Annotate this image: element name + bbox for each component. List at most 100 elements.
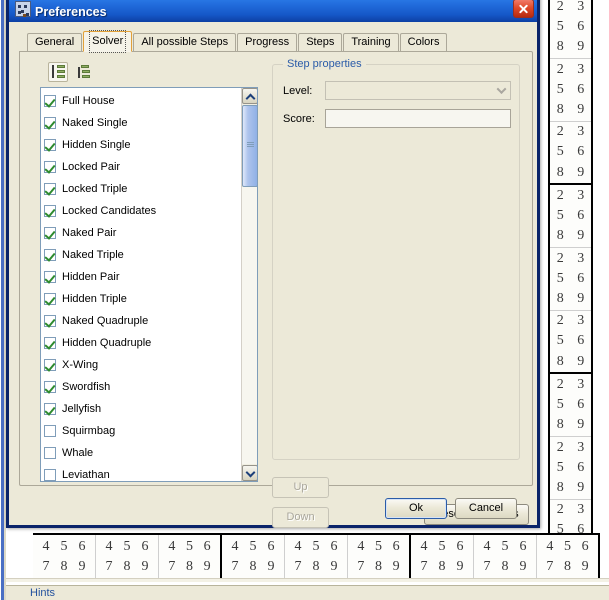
checkbox-checked-icon[interactable] bbox=[44, 403, 56, 415]
list-item[interactable]: Naked Single bbox=[44, 112, 241, 134]
list-item[interactable]: Naked Quadruple bbox=[44, 310, 241, 332]
checkbox-checked-icon[interactable] bbox=[44, 249, 56, 261]
list-item[interactable]: Full House bbox=[44, 90, 241, 112]
list-ordered-glyph bbox=[52, 65, 66, 80]
list-ordered-icon[interactable] bbox=[48, 62, 68, 82]
candidate-number: 5 bbox=[556, 270, 564, 286]
sudoku-cell[interactable]: 235689 bbox=[550, 248, 591, 311]
list-item[interactable]: Locked Triple bbox=[44, 178, 241, 200]
move-up-button[interactable]: Up bbox=[272, 477, 329, 498]
candidate-row: 89 bbox=[550, 100, 591, 120]
list-indent-icon[interactable] bbox=[72, 62, 92, 82]
checkbox-checked-icon[interactable] bbox=[44, 293, 56, 305]
candidate-number: 3 bbox=[577, 439, 585, 455]
candidate-number: 6 bbox=[581, 538, 589, 554]
sudoku-cell[interactable]: 456789 bbox=[96, 535, 159, 579]
sudoku-cell[interactable]: 235689 bbox=[550, 437, 591, 500]
score-input[interactable] bbox=[325, 109, 511, 128]
list-item[interactable]: Locked Pair bbox=[44, 156, 241, 178]
sudoku-cell[interactable]: 235689 bbox=[550, 122, 591, 185]
tab-label: All possible Steps bbox=[141, 36, 229, 48]
preferences-dialog: Preferences General Solver All possible St… bbox=[6, 0, 540, 528]
tab-general[interactable]: General bbox=[27, 33, 83, 51]
scrollbar-track[interactable] bbox=[242, 187, 257, 464]
checkbox-checked-icon[interactable] bbox=[44, 315, 56, 327]
checkbox-checked-icon[interactable] bbox=[44, 359, 56, 371]
sudoku-cell[interactable]: 456789 bbox=[411, 535, 474, 579]
checkbox-checked-icon[interactable] bbox=[44, 337, 56, 349]
checkbox-checked-icon[interactable] bbox=[44, 161, 56, 173]
sudoku-cell[interactable]: 456789 bbox=[285, 535, 348, 579]
list-item[interactable]: Locked Candidates bbox=[44, 200, 241, 222]
checkbox-checked-icon[interactable] bbox=[44, 117, 56, 129]
level-label: Level: bbox=[283, 84, 313, 97]
tab-all-possible-steps[interactable]: All possible Steps bbox=[133, 33, 237, 51]
solver-techniques-listbox[interactable]: Full House Naked Single Hidden Single Locke… bbox=[40, 87, 258, 482]
sudoku-cell[interactable]: 235689 bbox=[550, 185, 591, 248]
sudoku-cell[interactable]: 456789 bbox=[537, 535, 600, 579]
scroll-down-icon[interactable] bbox=[242, 465, 257, 481]
candidate-number: 9 bbox=[577, 102, 585, 118]
listbox-vertical-scrollbar[interactable] bbox=[241, 88, 257, 481]
tab-progress[interactable]: Progress bbox=[237, 33, 298, 51]
sudoku-cell[interactable]: 235689 bbox=[550, 374, 591, 437]
sudoku-cell[interactable]: 235689 bbox=[550, 0, 591, 59]
list-item[interactable]: Squirmbag bbox=[44, 420, 241, 442]
list-item[interactable]: Hidden Pair bbox=[44, 266, 241, 288]
list-item-label: Squirmbag bbox=[62, 425, 116, 437]
list-item[interactable]: X-Wing bbox=[44, 354, 241, 376]
candidate-number: 5 bbox=[312, 538, 320, 554]
candidate-number: 9 bbox=[141, 559, 149, 574]
checkbox-checked-icon[interactable] bbox=[44, 381, 56, 393]
checkbox-checked-icon[interactable] bbox=[44, 183, 56, 195]
list-item-label: Whale bbox=[62, 447, 94, 459]
sudoku-cell[interactable]: 456789 bbox=[222, 535, 285, 579]
candidate-number: 6 bbox=[577, 81, 585, 97]
sudoku-cell[interactable]: 235689 bbox=[550, 59, 591, 122]
sudoku-grid-bottom-row[interactable]: 4567894567894567894567894567894567894567… bbox=[33, 533, 600, 581]
list-item[interactable]: Naked Pair bbox=[44, 222, 241, 244]
candidate-row: 789 bbox=[96, 557, 158, 577]
checkbox-unchecked-icon[interactable] bbox=[44, 425, 56, 437]
list-item[interactable]: Hidden Single bbox=[44, 134, 241, 156]
list-item[interactable]: Whale bbox=[44, 442, 241, 464]
list-item[interactable]: Swordfish bbox=[44, 376, 241, 398]
tab-steps[interactable]: Steps bbox=[298, 33, 343, 51]
list-item[interactable]: Naked Triple bbox=[44, 244, 241, 266]
dialog-titlebar[interactable]: Preferences bbox=[9, 0, 537, 22]
candidate-row: 456 bbox=[474, 537, 536, 557]
checkbox-checked-icon[interactable] bbox=[44, 271, 56, 283]
sudoku-cell[interactable]: 456789 bbox=[159, 535, 222, 579]
candidate-number: 8 bbox=[556, 102, 564, 118]
list-item[interactable]: Hidden Quadruple bbox=[44, 332, 241, 354]
candidate-number: 7 bbox=[357, 559, 365, 574]
scrollbar-thumb[interactable] bbox=[242, 105, 257, 187]
candidate-row: 456 bbox=[348, 537, 409, 557]
tab-training[interactable]: Training bbox=[343, 33, 399, 51]
scroll-up-icon[interactable] bbox=[242, 88, 257, 104]
ok-button[interactable]: Ok bbox=[385, 498, 447, 519]
checkbox-unchecked-icon[interactable] bbox=[44, 447, 56, 459]
checkbox-checked-icon[interactable] bbox=[44, 95, 56, 107]
close-icon[interactable] bbox=[513, 0, 534, 18]
checkbox-checked-icon[interactable] bbox=[44, 205, 56, 217]
list-item[interactable]: Hidden Triple bbox=[44, 288, 241, 310]
tab-label: Steps bbox=[306, 36, 335, 48]
list-item[interactable]: Leviathan bbox=[44, 464, 241, 481]
checkbox-checked-icon[interactable] bbox=[44, 227, 56, 239]
sudoku-cell[interactable]: 456789 bbox=[474, 535, 537, 579]
sudoku-grid-right-column[interactable]: 2356892356892356892356892356892356892356… bbox=[548, 0, 593, 563]
cancel-button[interactable]: Cancel bbox=[455, 498, 517, 519]
tab-colors[interactable]: Colors bbox=[399, 33, 448, 51]
tab-label: Solver bbox=[89, 30, 127, 53]
candidate-number: 2 bbox=[556, 439, 564, 455]
tab-solver[interactable]: Solver bbox=[83, 30, 133, 53]
sudoku-cell[interactable]: 456789 bbox=[348, 535, 411, 579]
sudoku-cell[interactable]: 456789 bbox=[33, 535, 96, 579]
checkbox-unchecked-icon[interactable] bbox=[44, 469, 56, 481]
sudoku-cell[interactable]: 235689 bbox=[550, 311, 591, 374]
level-select[interactable] bbox=[325, 81, 511, 100]
list-item[interactable]: Jellyfish bbox=[44, 398, 241, 420]
checkbox-checked-icon[interactable] bbox=[44, 139, 56, 151]
candidate-number: 5 bbox=[60, 538, 68, 554]
